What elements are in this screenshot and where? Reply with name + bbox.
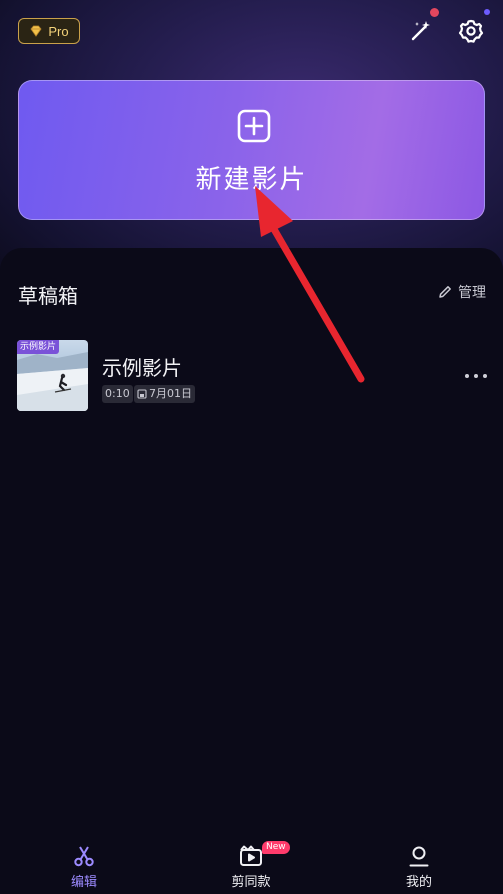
more-dot: [465, 374, 469, 378]
more-dot: [483, 374, 487, 378]
user-icon: [409, 846, 429, 867]
more-dot: [474, 374, 478, 378]
draft-thumbnail[interactable]: 示例影片: [17, 340, 88, 411]
draft-name: 示例影片: [102, 356, 182, 380]
new-movie-label: 新建影片: [195, 165, 308, 195]
nav-template[interactable]: 剪同款 New: [206, 836, 296, 894]
date-chip: 7月01日: [134, 385, 195, 403]
gem-icon: [30, 25, 42, 37]
pencil-icon: [439, 286, 451, 298]
nav-edit-label: 编辑: [70, 875, 97, 890]
duration-label: 0:10: [105, 387, 130, 400]
pro-badge[interactable]: Pro: [18, 18, 80, 44]
more-options-button[interactable]: [465, 366, 487, 386]
settings-dot: [484, 9, 490, 15]
manage-label: 管理: [458, 285, 486, 301]
pro-label: Pro: [48, 23, 69, 39]
nav-template-label: 剪同款: [231, 875, 271, 890]
gear-icon[interactable]: [458, 18, 484, 44]
new-movie-button[interactable]: 新建影片: [18, 80, 485, 220]
bottom-nav: 编辑 剪同款 New 我的: [0, 836, 503, 894]
notification-dot: [430, 8, 439, 17]
magic-wand-icon[interactable]: [408, 18, 434, 44]
save-icon: [137, 389, 147, 399]
nav-mine[interactable]: 我的: [374, 836, 464, 894]
plus-square-icon: [237, 109, 271, 143]
scissors-icon: [74, 846, 94, 867]
sample-tag: 示例影片: [17, 340, 60, 354]
nav-mine-label: 我的: [405, 875, 432, 890]
new-badge: New: [262, 841, 290, 854]
manage-button[interactable]: 管理: [437, 282, 486, 302]
drafts-title: 草稿箱: [18, 284, 78, 308]
draft-item[interactable]: 示例影片 示例影片 0:10 7月01日: [17, 340, 487, 412]
template-video-icon: [240, 845, 262, 866]
date-label: 7月01日: [149, 387, 192, 400]
duration-chip: 0:10: [102, 385, 133, 403]
nav-edit[interactable]: 编辑: [39, 836, 129, 894]
